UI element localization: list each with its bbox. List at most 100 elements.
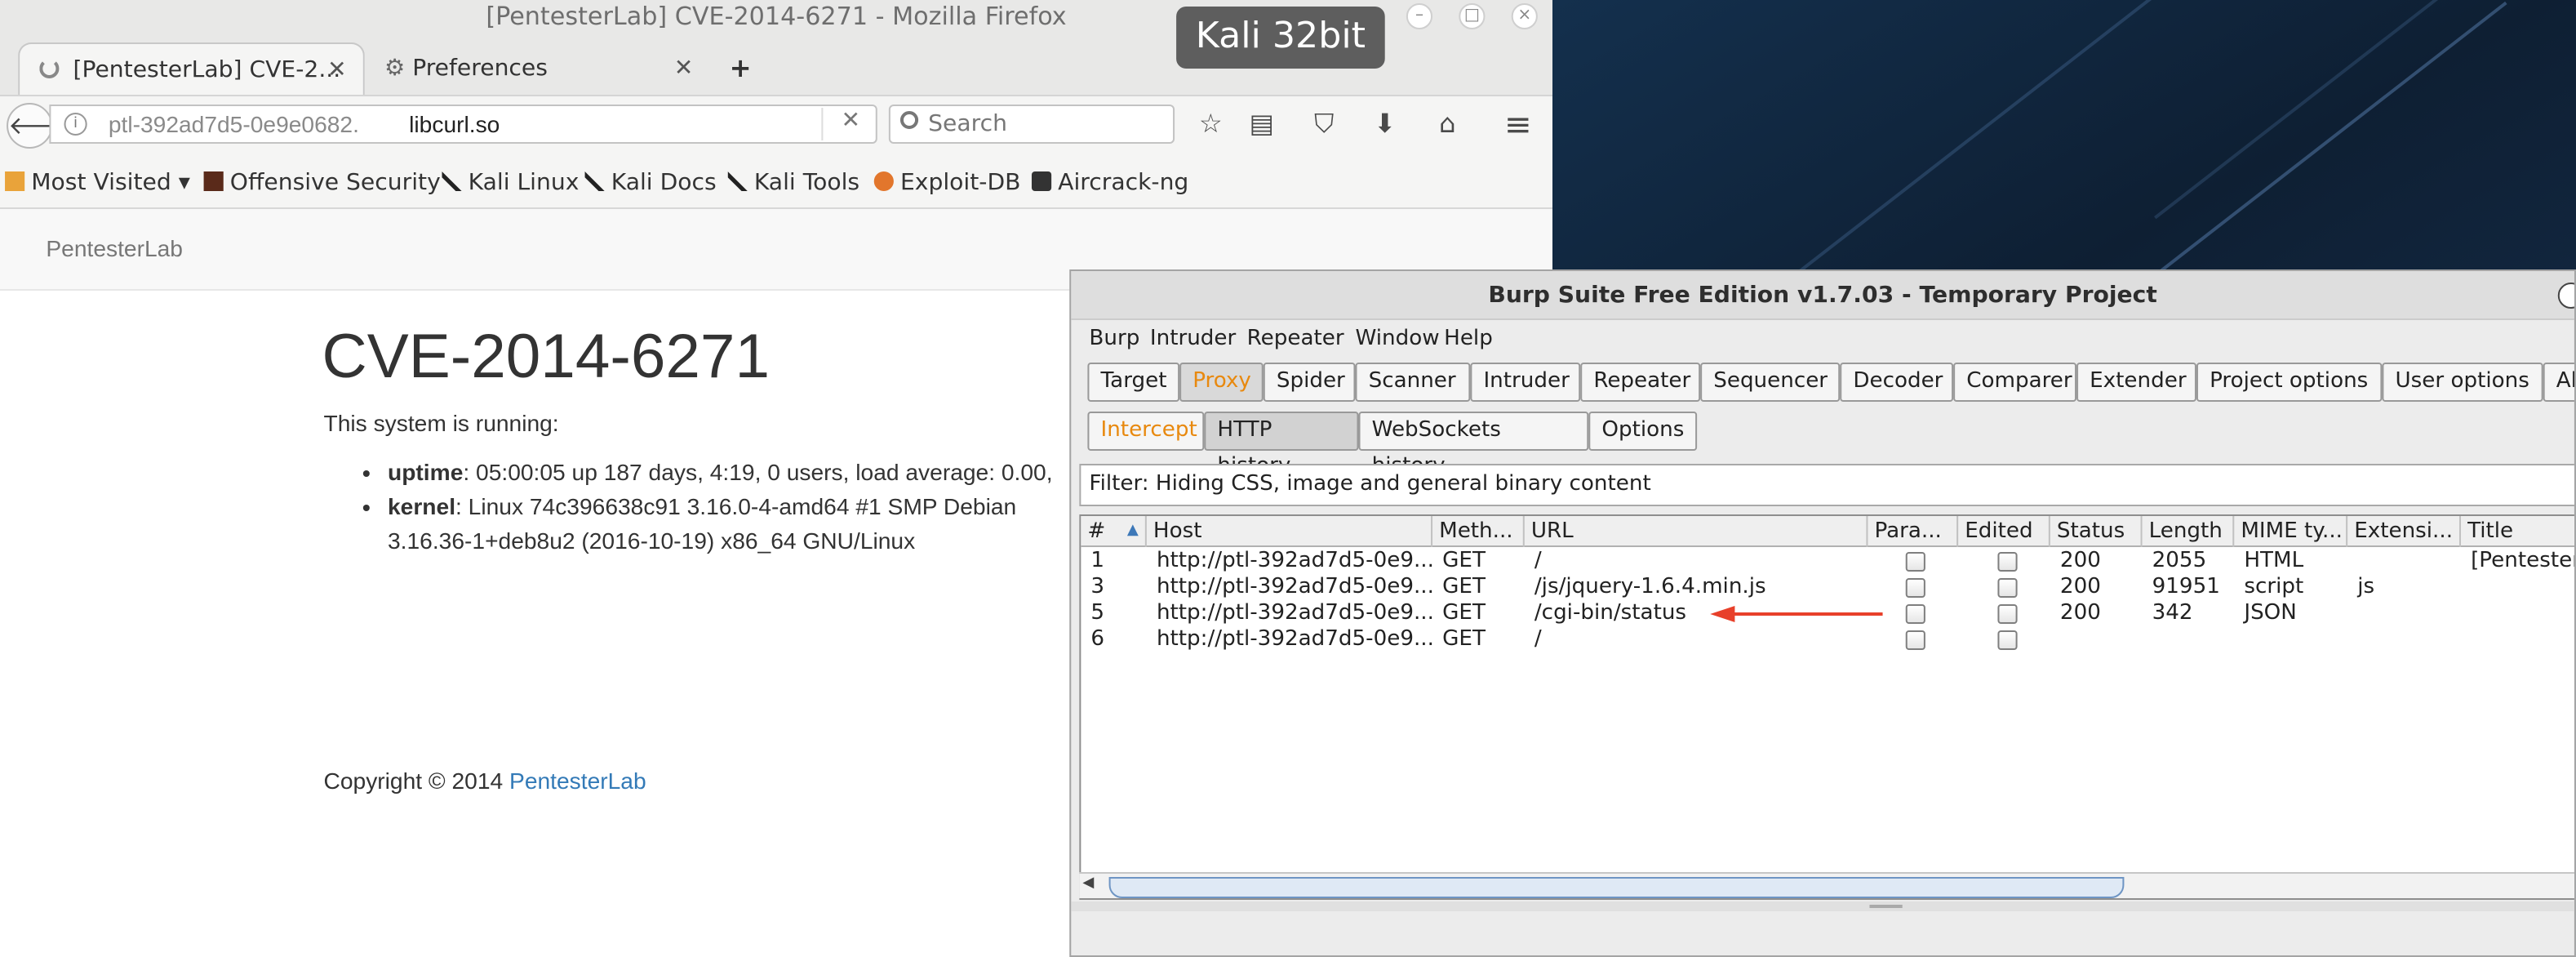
- edited-checkbox[interactable]: [1997, 578, 2018, 598]
- tab-pentesterlab[interactable]: [PentesterLab] CVE-2... ✕: [18, 42, 365, 95]
- bookmarks-icon: [5, 171, 25, 191]
- scrollbar-thumb[interactable]: [1108, 877, 2125, 898]
- bookmarks-toolbar: Most Visited ▾ Offensive Security Kali L…: [0, 157, 1553, 209]
- col-url[interactable]: URL: [1525, 516, 1868, 547]
- url-domain: libcurl.so: [409, 111, 500, 137]
- params-checkbox[interactable]: [1905, 578, 1925, 598]
- burp-window-title: Burp Suite Free Edition v1.7.03 - Tempor…: [1488, 283, 2157, 309]
- loading-icon: [39, 59, 60, 78]
- bookmark-offensive-security[interactable]: Offensive Security: [203, 157, 441, 209]
- exploitdb-icon: [873, 171, 894, 191]
- clear-url-icon[interactable]: ✕: [842, 108, 861, 134]
- url-bar[interactable]: i ptl-392ad7d5-0e9e0682. libcurl.so ✕: [49, 105, 877, 144]
- table-row[interactable]: 6 http://ptl-392ad7d5-0e9... GET /: [1081, 627, 2574, 653]
- table-row[interactable]: 5 http://ptl-392ad7d5-0e9... GET /cgi-bi…: [1081, 601, 2574, 627]
- horizontal-scrollbar[interactable]: ◀: [1079, 872, 2574, 898]
- tab-scanner[interactable]: Scanner: [1355, 363, 1471, 402]
- bookmark-kali-linux[interactable]: Kali Linux: [442, 157, 579, 209]
- col-mime-type[interactable]: MIME ty...: [2234, 516, 2348, 547]
- tab-extender[interactable]: Extender: [2076, 363, 2196, 402]
- tab-project-options[interactable]: Project options: [2196, 363, 2383, 402]
- minimize-button[interactable]: –: [1406, 3, 1433, 29]
- tab-decoder[interactable]: Decoder: [1840, 363, 1954, 402]
- bookmark-most-visited[interactable]: Most Visited ▾: [5, 157, 190, 209]
- offsec-icon: [203, 171, 224, 191]
- search-box[interactable]: Search: [888, 105, 1175, 144]
- filter-bar[interactable]: Filter: Hiding CSS, image and general bi…: [1079, 464, 2574, 506]
- home-icon[interactable]: ⌂: [1426, 103, 1468, 145]
- pentesterlab-link[interactable]: PentesterLab: [509, 768, 646, 794]
- pocket-icon[interactable]: ⛉: [1303, 103, 1345, 145]
- bookmark-kali-tools[interactable]: Kali Tools: [727, 157, 859, 209]
- new-tab-button[interactable]: +: [709, 42, 771, 95]
- col-host[interactable]: Host: [1147, 516, 1433, 547]
- col-extension[interactable]: Extensi...: [2347, 516, 2462, 547]
- edited-checkbox[interactable]: [1997, 604, 2018, 624]
- tab-label: [PentesterLab] CVE-2...: [73, 57, 341, 83]
- col-status[interactable]: Status: [2050, 516, 2143, 547]
- tab-user-options[interactable]: User options: [2382, 363, 2543, 402]
- minimize-button[interactable]: [2557, 283, 2574, 309]
- http-history-table: # ▲ Host Meth... URL Para... Edited Statu…: [1079, 514, 2574, 900]
- subtab-http-history[interactable]: HTTP history: [1204, 412, 1359, 478]
- search-icon: [899, 111, 919, 129]
- tab-intruder[interactable]: Intruder: [1470, 363, 1581, 402]
- col-edited[interactable]: Edited: [1958, 516, 2050, 547]
- close-tab-icon[interactable]: ✕: [674, 42, 694, 95]
- edited-checkbox[interactable]: [1997, 552, 2018, 572]
- menu-intruder[interactable]: Intruder: [1150, 327, 1236, 351]
- list-item: uptime: 05:00:05 up 187 days, 4:19, 0 us…: [388, 456, 1077, 490]
- params-checkbox[interactable]: [1905, 552, 1925, 572]
- col-params[interactable]: Para...: [1868, 516, 1959, 547]
- menu-repeater[interactable]: Repeater: [1247, 327, 1344, 351]
- tab-sequencer[interactable]: Sequencer: [1700, 363, 1841, 402]
- bookmark-kali-docs[interactable]: Kali Docs: [584, 157, 717, 209]
- site-info-icon[interactable]: i: [64, 113, 87, 136]
- params-checkbox[interactable]: [1905, 604, 1925, 624]
- burp-suite-window: Burp Suite Free Edition v1.7.03 - Tempor…: [1069, 269, 2576, 957]
- close-window-button[interactable]: ×: [1511, 3, 1538, 29]
- page-lead: This system is running:: [323, 410, 559, 436]
- tab-repeater[interactable]: Repeater: [1580, 363, 1701, 402]
- menu-burp[interactable]: Burp: [1089, 327, 1139, 351]
- scroll-left-icon[interactable]: ◀: [1082, 875, 1094, 892]
- kali-dragon-icon: [442, 171, 462, 191]
- aircrack-icon: [1031, 171, 1052, 191]
- tab-proxy[interactable]: Proxy: [1179, 363, 1264, 402]
- subtab-websockets-history[interactable]: WebSockets history: [1358, 412, 1589, 478]
- search-placeholder: Search: [928, 111, 1008, 137]
- col-length[interactable]: Length: [2143, 516, 2235, 547]
- bookmark-star-icon[interactable]: ☆: [1189, 103, 1232, 145]
- maximize-button[interactable]: □: [1459, 3, 1486, 29]
- col-method[interactable]: Meth...: [1432, 516, 1525, 547]
- bookmark-aircrack-ng[interactable]: Aircrack-ng: [1031, 157, 1188, 209]
- bookmark-exploit-db[interactable]: Exploit-DB: [873, 157, 1020, 209]
- list-item: kernel: Linux 74c396638c91 3.16.0-4-amd6…: [388, 490, 1077, 559]
- params-checkbox[interactable]: [1905, 630, 1925, 650]
- edited-checkbox[interactable]: [1997, 630, 2018, 650]
- site-brand[interactable]: PentesterLab: [46, 235, 183, 261]
- col-number[interactable]: # ▲: [1081, 516, 1147, 547]
- menu-window[interactable]: Window: [1355, 327, 1439, 351]
- menu-help[interactable]: Help: [1444, 327, 1493, 351]
- table-row[interactable]: 1 http://ptl-392ad7d5-0e9... GET / 200 2…: [1081, 549, 2574, 575]
- screen: [PentesterLab] CVE-2014-6271 - Mozilla F…: [0, 0, 2576, 957]
- subtab-options[interactable]: Options: [1588, 412, 1698, 451]
- download-icon[interactable]: ⬇: [1364, 103, 1406, 145]
- tab-comparer[interactable]: Comparer: [1953, 363, 2077, 402]
- firefox-window-title: [PentesterLab] CVE-2014-6271 - Mozilla F…: [486, 2, 1067, 31]
- reading-list-icon[interactable]: ▤: [1241, 103, 1283, 145]
- close-tab-icon[interactable]: ✕: [327, 44, 347, 96]
- tab-alerts[interactable]: Ale: [2543, 363, 2574, 402]
- tab-preferences[interactable]: ⚙ Preferences ✕: [365, 42, 710, 95]
- kali-os-badge: Kali 32bit: [1176, 7, 1385, 69]
- col-title[interactable]: Title: [2461, 516, 2574, 547]
- tab-target[interactable]: Target: [1087, 363, 1180, 402]
- pane-splitter[interactable]: [1071, 901, 2574, 911]
- subtab-intercept[interactable]: Intercept: [1087, 412, 1205, 451]
- tab-spider[interactable]: Spider: [1263, 363, 1356, 402]
- table-row[interactable]: 3 http://ptl-392ad7d5-0e9... GET /js/jqu…: [1081, 575, 2574, 601]
- table-header: # ▲ Host Meth... URL Para... Edited Statu…: [1081, 516, 2574, 547]
- back-button[interactable]: 🡐: [7, 103, 74, 149]
- hamburger-menu-icon[interactable]: ≡: [1497, 103, 1539, 145]
